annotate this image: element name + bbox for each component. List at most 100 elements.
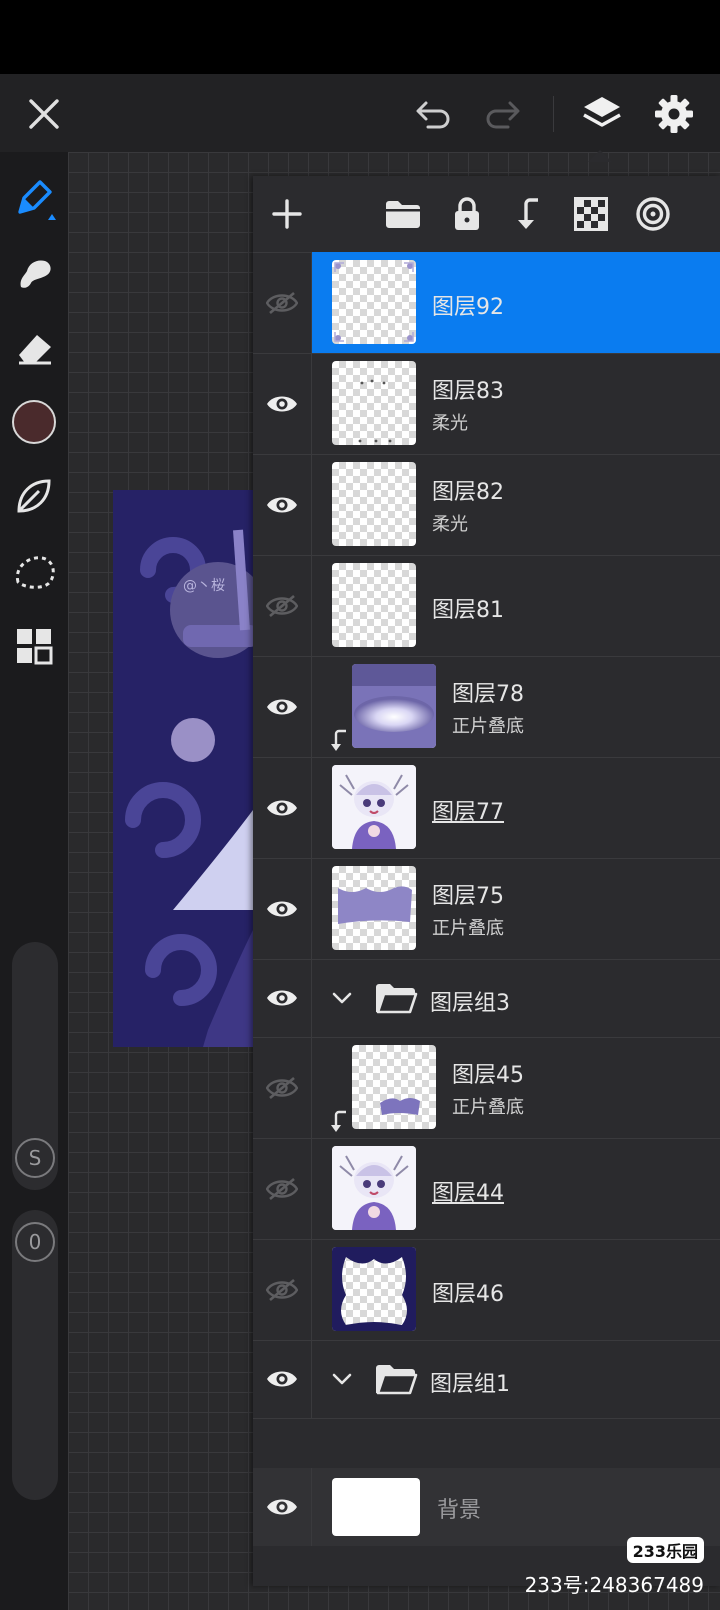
layer-thumbnail <box>332 260 416 344</box>
top-bar <box>0 74 720 154</box>
lock-icon[interactable] <box>445 192 489 236</box>
layer-blend-mode: 正片叠底 <box>432 918 504 939</box>
clip-arrow-icon[interactable] <box>507 192 551 236</box>
eye-icon[interactable] <box>253 656 312 757</box>
layer-thumbnail <box>332 866 416 950</box>
layer-name: 图层44 <box>432 1181 504 1206</box>
layer-thumbnail <box>332 361 416 445</box>
watermark: 233乐园 233号:248367489 <box>525 1537 704 1598</box>
layer-row[interactable]: 图层83 柔光 <box>253 353 720 455</box>
chevron-down-icon[interactable] <box>332 959 352 1037</box>
watermark-logo: 233乐园 <box>626 1537 704 1563</box>
visibility-toggle[interactable] <box>253 1468 312 1546</box>
layer-row-body[interactable]: 图层81 <box>312 555 720 656</box>
eye-icon[interactable] <box>253 959 312 1037</box>
artwork-signature: @丶桜 <box>183 578 225 594</box>
transparency-icon[interactable] <box>569 192 613 236</box>
status-bar <box>0 0 720 74</box>
leaf-icon[interactable] <box>10 472 58 520</box>
layer-row-body[interactable]: 图层75 正片叠底 <box>312 858 720 959</box>
eye-icon[interactable] <box>253 353 312 454</box>
chevron-down-icon[interactable] <box>332 1340 352 1418</box>
layer-row[interactable]: 图层75 正片叠底 <box>253 858 720 960</box>
opacity-handle[interactable]: 0 <box>15 1222 55 1262</box>
layer-row[interactable]: 图层82 柔光 <box>253 454 720 556</box>
layer-row[interactable]: 图层78 正片叠底 <box>253 656 720 758</box>
layer-row[interactable]: 图层77 <box>253 757 720 859</box>
artwork-preview: @丶桜 <box>113 490 253 1047</box>
layers-icon[interactable] <box>578 90 626 138</box>
layer-blend-mode: 正片叠底 <box>452 716 524 737</box>
layer-thumbnail <box>352 1045 436 1129</box>
undo-icon[interactable] <box>412 92 456 136</box>
layer-name: 图层75 <box>432 884 504 909</box>
layer-group-row[interactable]: 图层组1 <box>253 1340 720 1419</box>
brush-icon[interactable] <box>10 174 58 222</box>
layer-thumbnail <box>352 664 436 748</box>
layer-name: 图层82 <box>432 480 504 505</box>
layer-group-name: 图层组3 <box>430 991 510 1016</box>
layer-group-row[interactable]: 图层组3 <box>253 959 720 1038</box>
eye-hidden-icon[interactable] <box>253 1037 312 1138</box>
layer-row-body[interactable]: 图层77 <box>312 757 720 858</box>
layer-row[interactable]: 图层81 <box>253 555 720 657</box>
grid-icon[interactable] <box>10 622 58 670</box>
size-label: S <box>28 1146 42 1170</box>
layer-row[interactable]: 图层45 正片叠底 <box>253 1037 720 1139</box>
smudge-icon[interactable] <box>10 250 58 298</box>
layer-row-body[interactable]: 图层组3 <box>312 959 720 1037</box>
opacity-label: 0 <box>28 1230 42 1254</box>
layer-row-body[interactable]: 图层组1 <box>312 1340 720 1418</box>
color-swatch[interactable] <box>10 398 58 446</box>
layer-name: 图层92 <box>432 295 504 320</box>
layer-name: 图层81 <box>432 598 504 623</box>
layer-thumbnail <box>332 563 416 647</box>
layer-row[interactable]: 图层46 <box>253 1239 720 1341</box>
opacity-slider[interactable]: 0 <box>12 1210 58 1500</box>
add-layer-icon[interactable] <box>265 192 309 236</box>
lasso-icon[interactable] <box>10 548 58 596</box>
layer-thumbnail <box>332 765 416 849</box>
eraser-icon[interactable] <box>10 324 58 372</box>
layers-panel-toolbar <box>253 176 720 253</box>
layer-thumbnail <box>332 1146 416 1230</box>
eye-icon[interactable] <box>253 1340 312 1418</box>
folder-icon[interactable] <box>381 192 425 236</box>
layer-group-name: 图层组1 <box>430 1372 510 1397</box>
redo-icon[interactable] <box>480 92 524 136</box>
eye-icon[interactable] <box>253 454 312 555</box>
layer-name: 图层77 <box>432 800 504 825</box>
layer-row-body[interactable]: 图层82 柔光 <box>312 454 720 555</box>
clipping-mask-icon <box>330 1110 348 1138</box>
layer-blend-mode: 柔光 <box>432 514 468 535</box>
layer-row[interactable]: 图层44 <box>253 1138 720 1240</box>
layer-row-body[interactable]: 图层44 <box>312 1138 720 1239</box>
blend-mode-icon[interactable] <box>631 192 675 236</box>
background-layer-row[interactable]: 背景 <box>253 1468 720 1546</box>
layer-row-body[interactable]: 图层78 正片叠底 <box>312 656 720 757</box>
layer-row-body[interactable]: 图层46 <box>312 1239 720 1340</box>
size-handle[interactable]: S <box>15 1138 55 1178</box>
layer-row-body[interactable]: 图层45 正片叠底 <box>312 1037 720 1138</box>
close-icon[interactable] <box>22 92 66 136</box>
watermark-text: 233号:248367489 <box>524 1573 704 1597</box>
layer-row-body[interactable]: 图层83 柔光 <box>312 353 720 454</box>
layer-name: 图层46 <box>432 1282 504 1307</box>
layer-row-body[interactable]: 图层92 <box>312 252 720 353</box>
layer-thumbnail <box>332 462 416 546</box>
layer-row[interactable]: 图层92 <box>253 252 720 354</box>
eye-hidden-icon[interactable] <box>253 252 312 353</box>
eye-hidden-icon[interactable] <box>253 1239 312 1340</box>
layer-blend-mode: 柔光 <box>432 413 468 434</box>
panel-pointer <box>588 150 612 162</box>
brush-size-slider[interactable]: S <box>12 942 58 1190</box>
eye-hidden-icon[interactable] <box>253 1138 312 1239</box>
eye-icon[interactable] <box>253 858 312 959</box>
eye-icon[interactable] <box>253 757 312 858</box>
layer-name: 图层78 <box>452 682 524 707</box>
layer-name: 图层45 <box>452 1063 524 1088</box>
eye-hidden-icon[interactable] <box>253 555 312 656</box>
layer-name: 背景 <box>437 1498 482 1523</box>
settings-icon[interactable] <box>650 90 698 138</box>
layer-thumbnail <box>332 1247 416 1331</box>
